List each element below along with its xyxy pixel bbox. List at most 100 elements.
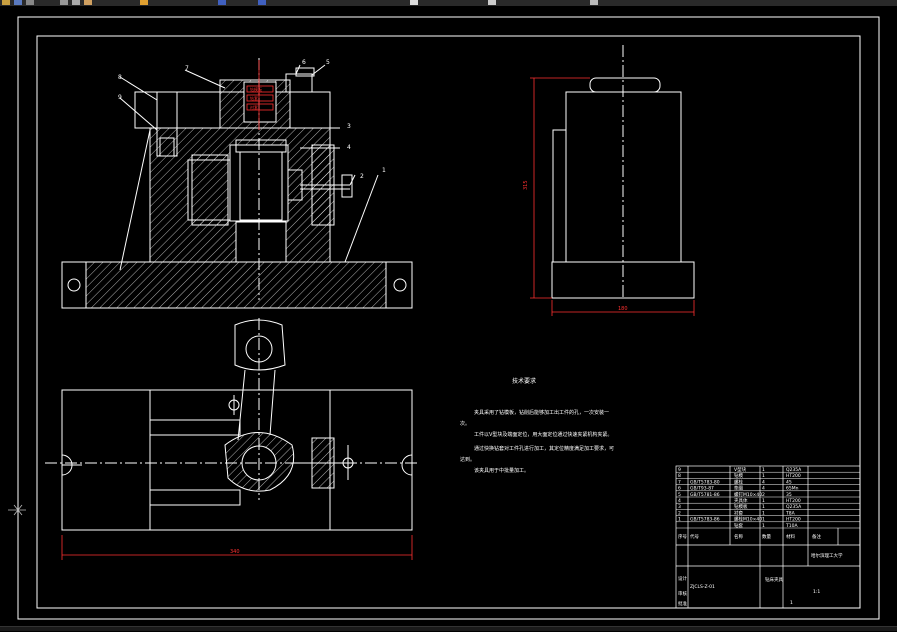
bottom-dimension [61,535,413,560]
callout-9: 9 [118,94,122,101]
top-view [45,318,420,531]
drawing-code: ZJCLS-Z-01 [690,584,715,590]
parts-cell: 5 [678,492,681,498]
parts-cell: 1 [762,510,765,516]
drawing-canvas[interactable]: 钻模板 钻套 衬套 8 9 7 6 5 4 3 2 1 315 180 340 … [0,6,897,628]
parts-cell: 1 [762,473,765,479]
parts-cell: 6 [678,486,681,492]
callout-3: 3 [347,123,351,130]
parts-cell: 1 [762,504,765,510]
redo-icon[interactable] [258,0,266,5]
parts-cell: T10A [785,523,798,529]
callout-7: 7 [185,65,189,72]
parts-cell: 1 [762,523,765,529]
parts-header-cell: 数量 [762,533,771,540]
dim-bottom: 340 [230,549,240,555]
tech-req-line-1: 夹具采用了钻模板，钻削后能够加工出工件的孔，一次安装一 [474,409,609,416]
parts-cell: 1 [762,467,765,473]
parts-header-cell: 备注 [812,533,821,540]
parts-cell: 3 [678,504,681,510]
side-view [551,45,695,300]
red-label-2: 钻套 [250,95,258,101]
parts-cell: 2 [678,510,681,516]
parts-header-cell: 序号 [678,533,687,540]
parts-cell: 8 [678,473,681,479]
front-view [61,58,413,309]
print-icon[interactable] [26,0,34,5]
outer-frame [17,16,880,620]
open-icon[interactable] [2,0,10,5]
parts-header-cell: 代号 [690,533,699,540]
cut-icon[interactable] [60,0,68,5]
layer-icon[interactable] [590,0,598,5]
parts-cell: V型块 [734,466,747,473]
parts-cell: T8A [785,510,796,516]
red-label-3: 衬套 [250,104,258,110]
callout-6: 6 [302,59,306,66]
parts-cell: 65Mn [786,486,799,492]
sheet: 1 [790,600,793,606]
parts-cell: 4 [678,498,681,504]
parts-cell: HT200 [786,498,801,504]
copy-icon[interactable] [72,0,80,5]
ucs-crosshair-icon [8,504,26,516]
parts-cell: 1 [762,517,765,523]
tech-req-line-6: 该夹具用于中批量加工。 [474,467,529,474]
parts-cell: GB/T5781-86 [690,492,720,498]
parts-cell: 钻模板 [734,503,748,510]
parts-header-cell: 名称 [734,533,743,540]
parts-cell: 螺栓M10×40 [734,516,762,523]
parts-cell: GB/T93-87 [690,486,714,492]
horizontal-scrollbar[interactable] [0,626,897,631]
callout-8: 8 [118,74,122,81]
callout-2: 2 [360,173,364,180]
parts-cell: 9 [678,467,681,473]
side-dimensions [530,77,695,316]
parts-cell: 钻模 [734,472,743,479]
callout-1: 1 [382,167,386,174]
parts-cell: 夹具体 [734,497,748,504]
match-icon[interactable] [140,0,148,5]
red-label-1: 钻模板 [250,86,262,92]
scale: 1:1 [813,589,820,595]
parts-cell: 7 [678,479,681,485]
parts-cell: 螺钉M10×40 [734,491,762,498]
parts-cell: 35 [786,492,792,498]
parts-cell: 45 [786,479,792,485]
parts-cell: 4 [762,486,765,492]
tech-req-title: 技术要求 [512,377,536,385]
undo-icon[interactable] [218,0,226,5]
tech-req-line-2: 次。 [460,420,470,427]
save-icon[interactable] [14,0,22,5]
dim-side-height: 315 [523,180,529,190]
parts-cell: 1 [678,517,681,523]
dim-side-width: 180 [618,306,628,312]
parts-cell: 1 [762,498,765,504]
drawing-name: 钻床夹具 [765,576,783,583]
approved-label: 批准 [678,600,687,607]
pan-icon[interactable] [410,0,418,5]
parts-cell: GB/T5783-86 [690,517,720,523]
tech-req-text: 夹具采用了钻模板，钻削后能够加工出工件的孔，一次安装一 次。 工件以V型块及端面… [460,409,614,474]
parts-cell: Q235A [786,467,802,473]
parts-cell: 垫圈 [734,485,743,492]
tech-req-line-4: 通过快换钻套对工件孔进行加工，其定位精度满足加工要求，可 [474,445,614,452]
parts-cell: HT200 [786,473,801,479]
cad-drawing: 钻模板 钻套 衬套 8 9 7 6 5 4 3 2 1 315 180 340 … [17,16,880,620]
tech-req-line-3: 工件以V型块及端面定位，用大面定位通过快速夹紧机构夹紧。 [474,431,612,438]
parts-cell: 2 [762,492,765,498]
parts-cell: 4 [762,479,765,485]
checker-label: 审核 [678,590,687,597]
parts-cell: 螺栓 [734,478,743,485]
parts-cell: GB/T5783-80 [690,479,720,485]
parts-header-cell: 材料 [786,533,795,540]
paste-icon[interactable] [84,0,92,5]
designer-label: 设计 [678,575,687,582]
parts-cell: 钻套 [734,522,743,529]
school-name: 哈尔滨理工大学 [811,552,843,559]
callout-4: 4 [347,144,351,151]
zoom-icon[interactable] [488,0,496,5]
parts-cell: 衬套 [734,509,743,516]
parts-cell: HT200 [786,517,801,523]
callout-5: 5 [326,59,330,66]
